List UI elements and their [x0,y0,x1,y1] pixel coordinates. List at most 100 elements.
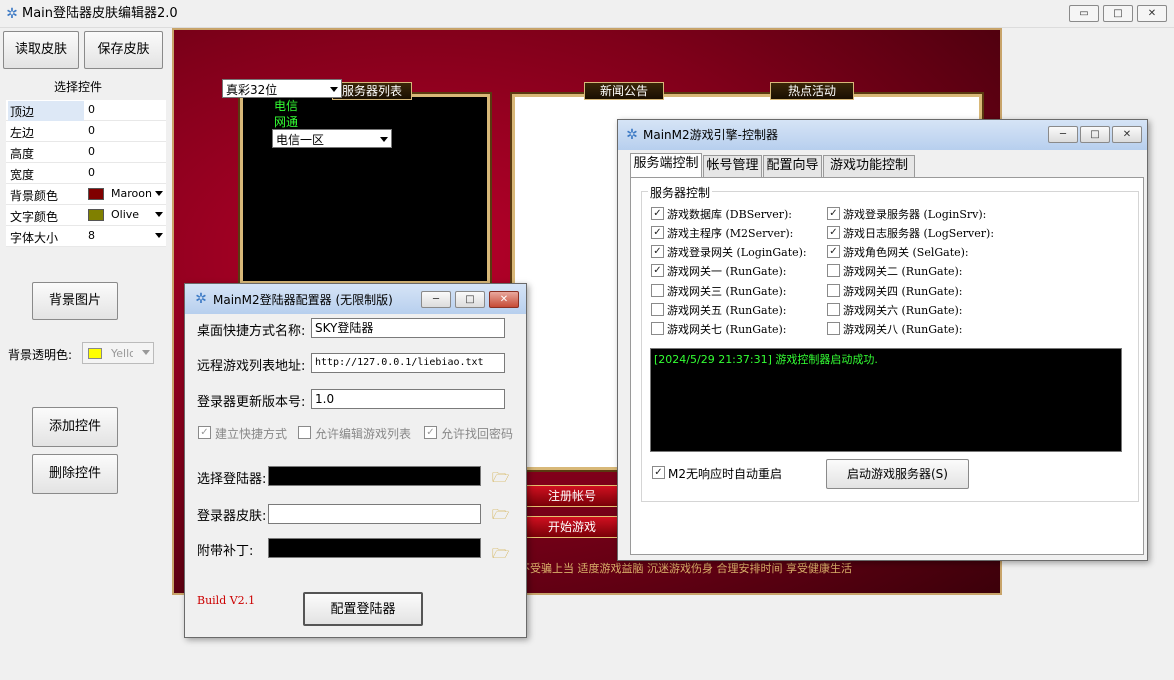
tab-server-control[interactable]: 服务端控制 [630,153,702,177]
minimize-button[interactable]: ─ [421,291,451,308]
chevron-down-icon[interactable] [155,212,163,217]
prop-row-font-size[interactable]: 字体大小 8 [6,226,166,247]
version-input[interactable]: 1.0 [311,389,505,409]
prop-row-text-color[interactable]: 文字颜色 Olive [6,205,166,226]
prop-row-width[interactable]: 宽度 0 [6,163,166,184]
server-checkbox[interactable]: ✓ [651,207,664,220]
zone-select[interactable]: 电信一区 [272,129,392,148]
server-checkbox[interactable]: ✓ [651,226,664,239]
server-checkbox[interactable]: ✓ [827,207,840,220]
server-checkbox-label: 游戏主程序 (M2Server): [667,227,794,240]
shortcut-input[interactable]: SKY登陆器 [311,318,505,338]
server-checkbox[interactable]: ✓ [651,245,664,258]
configure-launcher-button[interactable]: 配置登陆器 [303,592,423,626]
server-checkbox-label: 游戏网关四 (RunGate): [843,285,963,298]
prop-key: 文字颜色 [10,210,59,224]
server-checkbox[interactable] [827,322,840,335]
launcher-skin-input[interactable] [268,504,481,524]
load-skin-button[interactable]: 读取皮肤 [3,31,79,69]
create-shortcut-checkbox[interactable]: ✓ [198,426,211,439]
server-checkbox[interactable] [827,284,840,297]
tree-item[interactable]: 网通 [274,113,298,130]
shortcut-label: 桌面快捷方式名称: [197,324,306,339]
tree-item[interactable]: 电信 [274,97,298,114]
maximize-button[interactable]: □ [455,291,485,308]
patch-label: 附带补丁: [197,544,254,559]
server-checkbox-label: 游戏网关八 (RunGate): [843,323,963,336]
minimize-button[interactable]: ─ [1048,126,1078,143]
server-checkbox[interactable]: ✓ [827,226,840,239]
list-url-input[interactable]: http://127.0.0.1/liebiao.txt [311,353,505,373]
close-button[interactable]: ✕ [1112,126,1142,143]
server-checkbox[interactable] [827,303,840,316]
prop-row-height[interactable]: 高度 0 [6,142,166,163]
color-swatch [88,348,102,359]
folder-icon[interactable]: 🗁 [492,471,510,485]
prop-key: 宽度 [10,168,35,182]
hot-events-tab[interactable]: 热点活动 [770,82,854,100]
server-checkbox-label: 游戏角色网关 (SelGate): [843,246,969,259]
chevron-down-icon[interactable] [155,233,163,238]
add-control-button[interactable]: 添加控件 [32,407,118,447]
tab-game-features[interactable]: 游戏功能控制 [823,155,915,177]
select-launcher-label: 选择登陆器: [197,472,267,487]
minimize-button[interactable]: ▭ [1069,5,1099,22]
maximize-button[interactable]: □ [1103,5,1133,22]
news-tab[interactable]: 新闻公告 [584,82,664,100]
launcher-skin-label: 登录器皮肤: [197,509,267,524]
delete-control-button[interactable]: 删除控件 [32,454,118,494]
bg-image-button[interactable]: 背景图片 [32,282,118,320]
close-button[interactable]: ✕ [1137,5,1167,22]
maximize-button[interactable]: □ [1080,126,1110,143]
version-label: 登录器更新版本号: [197,395,306,410]
engine-tabs: 服务端控制 帐号管理 配置向导 游戏功能控制 [630,153,1140,177]
list-url-label: 远程游戏列表地址: [197,359,306,374]
build-label: Build V2.1 [197,594,256,607]
server-checkbox[interactable] [651,284,664,297]
close-button[interactable]: ✕ [489,291,519,308]
prop-value[interactable]: 0 [88,166,95,179]
log-box: [2024/5/29 21:37:31] 游戏控制器启动成功. [650,348,1122,452]
find-password-checkbox[interactable]: ✓ [424,426,437,439]
tab-account[interactable]: 帐号管理 [703,155,762,177]
server-checkbox[interactable] [827,264,840,277]
chevron-down-icon [142,350,150,355]
server-checkbox[interactable] [651,303,664,316]
prop-key: 背景颜色 [10,189,59,203]
save-skin-button[interactable]: 保存皮肤 [84,31,163,69]
config-title-bar: ✲ MainM2登陆器配置器 (无限制版) ─ □ ✕ [185,284,526,314]
server-checkbox[interactable]: ✓ [651,264,664,277]
prop-value[interactable]: 0 [88,124,95,137]
server-checkbox[interactable] [651,322,664,335]
chevron-down-icon[interactable] [155,191,163,196]
window-title: Main登陆器皮肤编辑器2.0 [22,6,178,21]
transparent-color-select[interactable]: Yello [82,342,154,364]
server-checkbox-label: 游戏日志服务器 (LogServer): [843,227,995,240]
prop-value[interactable]: 0 [88,145,95,158]
server-checkbox[interactable]: ✓ [827,245,840,258]
color-mode-select[interactable]: 真彩32位 [222,79,342,98]
auto-restart-checkbox[interactable]: ✓ [652,466,665,479]
start-server-button[interactable]: 启动游戏服务器(S) [826,459,969,489]
patch-input[interactable] [268,538,481,558]
select-launcher-input[interactable] [268,466,481,486]
prop-row-left[interactable]: 左边 0 [6,121,166,142]
transparent-color-label: 背景透明色: [8,348,73,362]
prop-value[interactable]: Maroon [111,187,152,200]
prop-row-bg-color[interactable]: 背景颜色 Maroon [6,184,166,205]
engine-dialog: ✲ MainM2游戏引擎-控制器 ─ □ ✕ 服务端控制 帐号管理 配置向导 游… [617,119,1148,561]
edit-list-checkbox[interactable] [298,426,311,439]
prop-value[interactable]: 8 [88,229,95,242]
prop-row-top[interactable]: 顶边 0 [6,100,166,122]
register-button[interactable]: 注册帐号 [524,485,620,507]
folder-icon[interactable]: 🗁 [492,508,510,522]
prop-value[interactable]: 0 [88,103,95,116]
server-checkbox-label: 游戏网关五 (RunGate): [667,304,787,317]
main-title-bar: ✲ Main登陆器皮肤编辑器2.0 ▭ □ ✕ [0,0,1174,28]
start-game-button[interactable]: 开始游戏 [524,516,620,538]
server-list-tab[interactable]: 服务器列表 [332,82,412,100]
server-checkbox-label: 游戏数据库 (DBServer): [667,208,792,221]
folder-icon[interactable]: 🗁 [492,547,510,561]
tab-config-wizard[interactable]: 配置向导 [763,155,822,177]
prop-value[interactable]: Olive [111,208,139,221]
